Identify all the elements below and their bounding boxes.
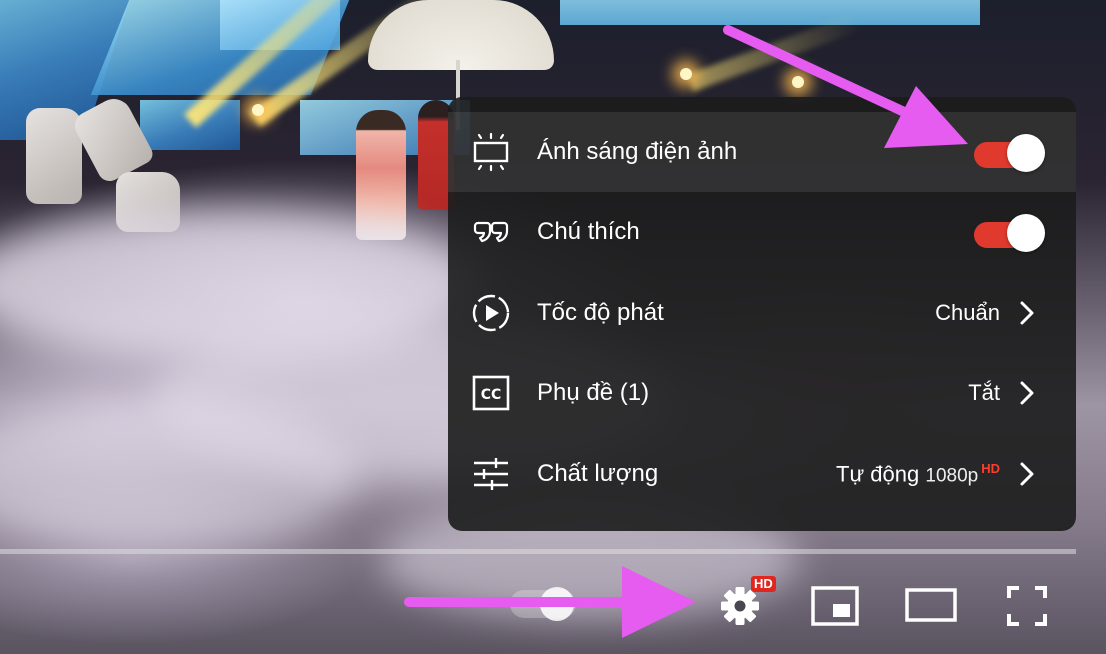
stage-light (252, 104, 264, 116)
fullscreen-button[interactable] (998, 578, 1056, 634)
quality-mode: Tự động (836, 461, 920, 487)
fullscreen-icon (1007, 586, 1047, 626)
settings-hd-badge: HD (751, 576, 776, 592)
stage-light (680, 68, 692, 80)
svg-text:CC: CC (481, 387, 502, 403)
annotations-toggle[interactable] (974, 212, 1046, 252)
stage-screen (560, 0, 980, 25)
theater-mode-icon (905, 588, 957, 622)
menu-item-label: Chất lượng (537, 460, 659, 487)
chevron-right-icon (1020, 381, 1034, 405)
menu-item-annotations[interactable]: Chú thích (448, 192, 1076, 272)
chevron-right-icon (1020, 462, 1034, 486)
umbrella-prop (368, 0, 554, 70)
menu-item-label: Ánh sáng điện ảnh (537, 138, 738, 165)
menu-item-playback-speed[interactable]: Tốc độ phát Chuẩn (448, 273, 1076, 353)
quality-value: Tự động 1080p HD (836, 461, 1000, 487)
theater-mode-button[interactable] (902, 578, 960, 634)
playback-speed-value: Chuẩn (935, 300, 1000, 325)
rock-prop (26, 108, 82, 204)
menu-item-label: Phụ đề (1) (537, 379, 650, 406)
ambient-mode-toggle[interactable] (974, 132, 1046, 172)
subtitles-value: Tắt (968, 380, 1000, 405)
ambient-mode-icon (470, 131, 512, 173)
stage-light (792, 76, 804, 88)
quality-resolution: 1080p (925, 465, 979, 487)
subtitles-icon: CC (470, 372, 512, 414)
menu-item-quality[interactable]: Chất lượng Tự động 1080p HD (448, 434, 1076, 514)
progress-bar[interactable] (0, 549, 1076, 554)
toggle-knob (1007, 134, 1045, 172)
menu-item-label: Chú thích (537, 218, 640, 245)
menu-item-subtitles[interactable]: CC Phụ đề (1) Tắt (448, 353, 1076, 433)
playback-speed-icon (470, 292, 512, 334)
performer (356, 110, 406, 240)
menu-item-ambient-mode[interactable]: Ánh sáng điện ảnh (448, 112, 1076, 192)
miniplayer-button[interactable] (806, 578, 864, 634)
hd-badge: HD (981, 460, 1000, 476)
volume-slider[interactable] (510, 587, 576, 621)
chevron-right-icon (1020, 301, 1034, 325)
annotations-icon (470, 211, 512, 253)
toggle-knob (1007, 214, 1045, 252)
settings-menu: Ánh sáng điện ảnh Chú thích Tốc độ phát … (448, 97, 1076, 531)
quality-icon (470, 453, 512, 495)
menu-item-label: Tốc độ phát (537, 299, 664, 326)
miniplayer-icon (811, 586, 859, 626)
